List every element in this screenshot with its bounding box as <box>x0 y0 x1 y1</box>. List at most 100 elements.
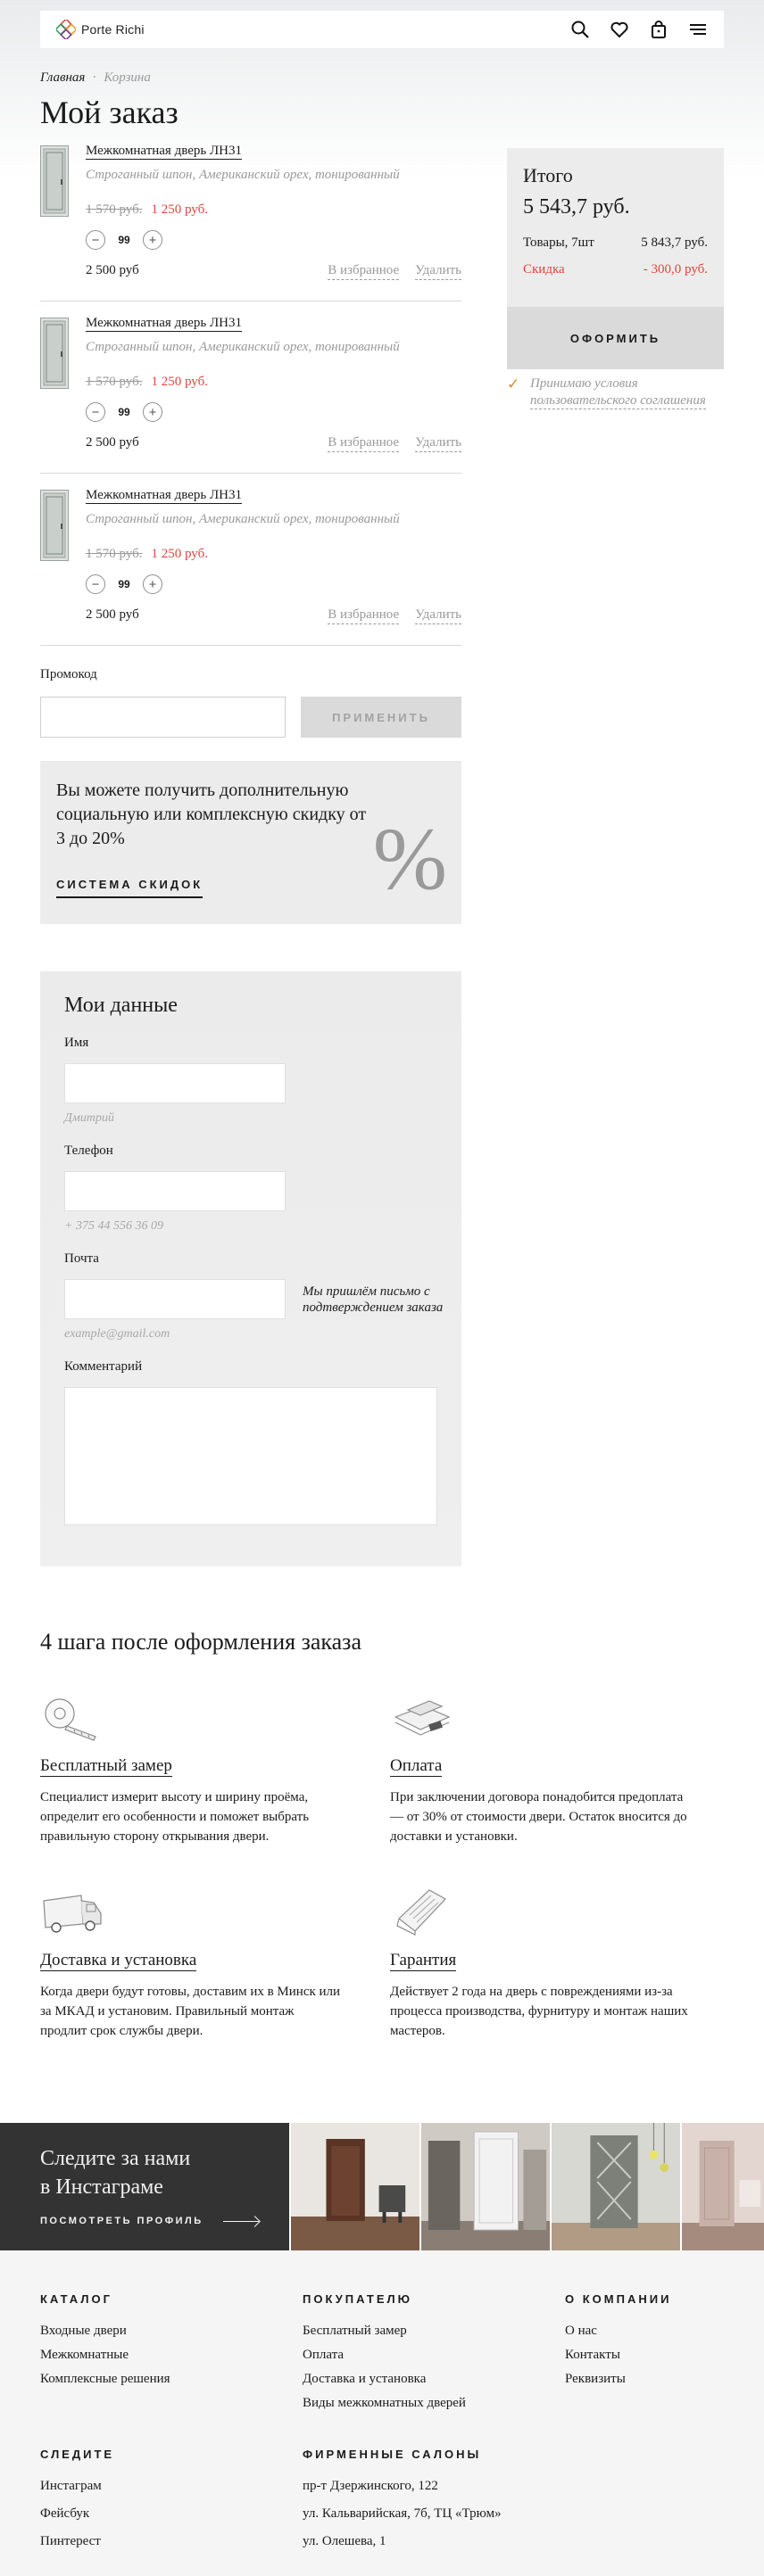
phone-field[interactable] <box>64 1171 286 1211</box>
step-text: При заключении договора понадобится пред… <box>390 1790 687 1844</box>
instagram-profile-link[interactable]: ПОСМОТРЕТЬ ПРОФИЛЬ <box>40 2216 203 2226</box>
email-hint: example@gmail.com <box>64 1327 170 1341</box>
footer-link[interactable]: ул. Кальварийская, 7б, ТЦ «Трюм» <box>303 2506 502 2522</box>
instagram-title-line2: в Инстаграме <box>40 2176 163 2199</box>
footer-link[interactable]: Межкомнатные <box>40 2348 129 2363</box>
footer-link[interactable]: Реквизиты <box>565 2372 626 2387</box>
step-text: Когда двери будут готовы, доставим их в … <box>40 1985 341 2038</box>
header-icons <box>570 20 708 39</box>
footer-link[interactable]: Виды межкомнатных дверей <box>303 2396 466 2411</box>
discount-banner: Вы можете получить дополнительную социал… <box>40 761 461 924</box>
instagram-photos <box>289 2123 764 2250</box>
decrease-button[interactable]: − <box>86 230 105 250</box>
footer-link[interactable]: Комплексные решения <box>40 2372 170 2387</box>
summary-title: Итого <box>523 164 573 186</box>
terms-link[interactable]: пользовательского соглашения <box>530 393 706 409</box>
footer-link[interactable]: Доставка и установка <box>303 2372 426 2387</box>
delete-item-link[interactable]: Удалить <box>415 435 461 452</box>
item-actions: В избранное Удалить <box>328 607 461 624</box>
footer-link[interactable]: пр-т Дзержинского, 122 <box>303 2479 438 2494</box>
decrease-button[interactable]: − <box>86 574 105 594</box>
instagram-photo[interactable] <box>680 2123 764 2250</box>
increase-button[interactable]: + <box>143 402 162 422</box>
promo-label: Промокод <box>40 667 97 681</box>
summary-discount-row: Скидка - 300,0 руб. <box>523 262 708 277</box>
summary-goods-row: Товары, 7шт 5 843,7 руб. <box>523 235 708 251</box>
footer-link[interactable]: Пинтерест <box>40 2534 101 2549</box>
item-description: Строганный шпон, Американский орех, тони… <box>86 168 400 182</box>
footer-link[interactable]: ул. Олешева, 1 <box>303 2534 386 2549</box>
checkmark-icon[interactable]: ✓ <box>507 376 523 409</box>
item-name[interactable]: Межкомнатная дверь ЛН31 <box>86 315 242 332</box>
quantity-value[interactable]: 99 <box>118 406 130 418</box>
footer-link[interactable]: О нас <box>565 2324 597 2339</box>
step-warranty: Гарантия Действует 2 года на дверь с пов… <box>390 1885 693 2041</box>
item-total: 2 500 руб <box>86 607 139 622</box>
instagram-photo[interactable] <box>289 2123 419 2250</box>
site-footer: КАТАЛОГ Входные двери Межкомнатные Компл… <box>0 2250 764 2576</box>
add-to-favorites-link[interactable]: В избранное <box>328 607 400 624</box>
bag-icon[interactable] <box>649 20 668 39</box>
increase-button[interactable]: + <box>143 574 162 594</box>
delete-item-link[interactable]: Удалить <box>415 607 461 624</box>
item-actions: В избранное Удалить <box>328 435 461 452</box>
arrow-right-icon[interactable] <box>223 2221 259 2222</box>
door-thumbnail[interactable] <box>40 318 69 389</box>
item-actions: В избранное Удалить <box>328 263 461 280</box>
order-summary: Итого 5 543,7 руб. Товары, 7шт 5 843,7 р… <box>507 148 724 369</box>
item-name[interactable]: Межкомнатная дверь ЛН31 <box>86 143 242 160</box>
item-old-price: 1 570 руб. <box>86 202 143 217</box>
steps-title: 4 шага после оформления заказа <box>40 1629 361 1655</box>
payment-icon <box>390 1690 454 1746</box>
breadcrumb-home[interactable]: Главная <box>40 70 85 85</box>
quantity-value[interactable]: 99 <box>118 234 130 246</box>
item-total: 2 500 руб <box>86 263 139 277</box>
terms-agreement[interactable]: ✓ Принимаю условия пользовательского сог… <box>507 376 724 409</box>
breadcrumb-current: Корзина <box>104 70 151 85</box>
footer-link[interactable]: Инстаграм <box>40 2479 102 2494</box>
door-thumbnail[interactable] <box>40 490 69 561</box>
tape-measure-icon <box>40 1690 104 1746</box>
name-field[interactable] <box>64 1063 286 1103</box>
cart-item: Межкомнатная дверь ЛН31 Строганный шпон,… <box>40 474 461 646</box>
heart-icon[interactable] <box>610 20 629 39</box>
logo[interactable]: Porte Richi <box>56 20 145 39</box>
quantity-value[interactable]: 99 <box>118 578 130 590</box>
menu-icon[interactable] <box>688 20 708 39</box>
footer-salons-heading: ФИРМЕННЫЕ САЛОНЫ <box>303 2448 482 2461</box>
instagram-title-line1: Следите за нами <box>40 2147 191 2170</box>
instagram-photo[interactable] <box>550 2123 680 2250</box>
name-label: Имя <box>64 1036 89 1050</box>
footer-link[interactable]: Фейсбук <box>40 2506 89 2522</box>
breadcrumb-separator: · <box>92 70 97 85</box>
logo-mark-icon <box>56 20 76 39</box>
name-hint: Дмитрий <box>64 1111 114 1125</box>
goods-value: 5 843,7 руб. <box>641 235 708 250</box>
warranty-icon <box>390 1885 454 1940</box>
comment-textarea[interactable] <box>64 1387 437 1525</box>
quantity-stepper: − 99 + <box>86 402 162 422</box>
discount-system-link[interactable]: СИСТЕМА СКИДОК <box>56 878 203 898</box>
delete-item-link[interactable]: Удалить <box>415 263 461 280</box>
promo-input[interactable] <box>40 697 286 738</box>
search-icon[interactable] <box>570 20 590 39</box>
item-name[interactable]: Межкомнатная дверь ЛН31 <box>86 487 242 504</box>
increase-button[interactable]: + <box>143 230 162 250</box>
footer-catalog-heading: КАТАЛОГ <box>40 2292 112 2306</box>
decrease-button[interactable]: − <box>86 402 105 422</box>
item-new-price: 1 250 руб. <box>151 375 209 389</box>
email-field[interactable] <box>64 1279 286 1319</box>
door-thumbnail[interactable] <box>40 145 69 217</box>
checkout-button[interactable]: ОФОРМИТЬ <box>507 307 724 369</box>
footer-link[interactable]: Контакты <box>565 2348 620 2363</box>
add-to-favorites-link[interactable]: В избранное <box>328 435 400 452</box>
footer-follow-heading: СЛЕДИТЕ <box>40 2448 115 2461</box>
footer-link[interactable]: Оплата <box>303 2348 344 2363</box>
apply-promo-button[interactable]: ПРИМЕНИТЬ <box>301 697 461 738</box>
step-name: Доставка и установка <box>40 1951 197 1971</box>
footer-link[interactable]: Входные двери <box>40 2324 127 2339</box>
footer-link[interactable]: Бесплатный замер <box>303 2324 407 2339</box>
instagram-photo[interactable] <box>419 2123 550 2250</box>
site-header: Porte Richi <box>40 11 724 48</box>
add-to-favorites-link[interactable]: В избранное <box>328 263 400 280</box>
